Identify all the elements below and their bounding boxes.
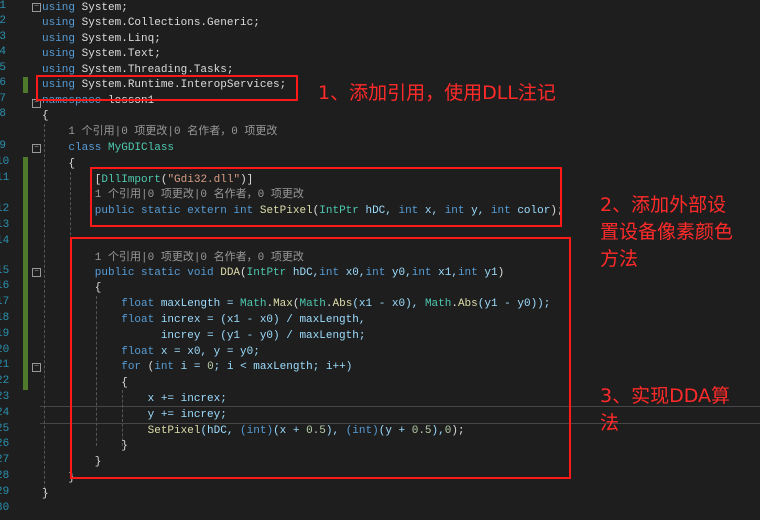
- line-number: 7: [0, 93, 6, 105]
- highlight-box-dda: [70, 237, 571, 479]
- line-number: 2: [0, 15, 6, 27]
- code-token: MyGDIClass: [108, 142, 175, 154]
- line-number: 27: [0, 454, 10, 466]
- code-line: {: [42, 156, 75, 172]
- change-bar: [23, 157, 28, 390]
- line-number: 13: [0, 219, 10, 231]
- line-number: 22: [0, 375, 10, 387]
- line-number: 29: [0, 486, 10, 498]
- annotation-2-line: 置设备像素颜色: [600, 221, 734, 243]
- line-number: 12: [0, 203, 10, 215]
- annotation-2: 2、添加外部设 置设备像素颜色 方法: [600, 192, 733, 273]
- line-number: 11: [0, 172, 10, 184]
- line-number: 15: [0, 265, 10, 277]
- collapse-icon[interactable]: −: [32, 363, 41, 372]
- line-number: 20: [0, 344, 10, 356]
- annotation-3-line: 3、实现DDA算: [600, 385, 731, 407]
- code-token: using: [42, 2, 76, 14]
- line-number: 18: [0, 312, 10, 324]
- line-number: 3: [0, 31, 6, 43]
- line-number: 23: [0, 391, 10, 403]
- code-line: class MyGDIClass: [42, 140, 174, 156]
- line-number: 9: [0, 140, 6, 152]
- highlight-box-using: [36, 75, 298, 101]
- code-token: using: [42, 48, 76, 60]
- code-token: using: [42, 33, 76, 45]
- line-number: 6: [0, 77, 6, 89]
- line-number: 5: [0, 62, 6, 74]
- change-bar: [23, 77, 28, 93]
- line-number: 28: [0, 470, 10, 482]
- annotation-3-line: 法: [600, 412, 620, 434]
- code-token: using: [42, 17, 76, 29]
- line-number: 25: [0, 423, 10, 435]
- codelens-info[interactable]: 1 个引用|0 项更改|0 名作者，0 项更改: [42, 124, 277, 140]
- code-token: System.Collections.Generic;: [75, 17, 260, 29]
- code-token: {: [42, 110, 49, 122]
- annotation-1: 1、添加引用，使用DLL注记: [318, 82, 556, 104]
- line-number: 8: [0, 108, 6, 120]
- line-number: 14: [0, 235, 10, 247]
- collapse-icon[interactable]: −: [32, 3, 41, 12]
- annotation-2-line: 方法: [600, 248, 639, 270]
- code-line: {: [42, 108, 49, 124]
- code-line: using System.Linq;: [42, 31, 161, 47]
- code-token: System.Linq;: [75, 33, 161, 45]
- annotation-3: 3、实现DDA算 法: [600, 383, 730, 437]
- collapse-icon[interactable]: −: [32, 268, 41, 277]
- code-line: using System.Collections.Generic;: [42, 15, 260, 31]
- line-number: 10: [0, 156, 10, 168]
- line-number: 16: [0, 280, 10, 292]
- line-number: 21: [0, 359, 10, 371]
- line-number: 26: [0, 438, 10, 450]
- highlight-box-setpixel: [90, 167, 562, 227]
- annotation-2-line: 2、添加外部设: [600, 194, 727, 216]
- code-line: using System;: [42, 0, 128, 16]
- line-number: 24: [0, 407, 10, 419]
- code-token: }: [42, 488, 49, 500]
- code-token: System;: [75, 2, 128, 14]
- code-line: }: [42, 486, 49, 502]
- code-token: System.Text;: [75, 48, 161, 60]
- line-number: 19: [0, 328, 10, 340]
- code-token: {: [42, 158, 76, 170]
- line-number: 4: [0, 46, 6, 58]
- code-line: using System.Text;: [42, 46, 161, 62]
- code-token: 1 个引用|0 项更改|0 名作者，0 项更改: [42, 126, 278, 138]
- code-editor[interactable]: − − − − − 1 using System; 2 using System.Co…: [0, 0, 760, 520]
- line-number: 17: [0, 296, 10, 308]
- code-token: class: [42, 142, 109, 154]
- line-number: 30: [0, 502, 10, 514]
- line-number: 1: [0, 0, 6, 12]
- collapse-icon[interactable]: −: [32, 144, 41, 153]
